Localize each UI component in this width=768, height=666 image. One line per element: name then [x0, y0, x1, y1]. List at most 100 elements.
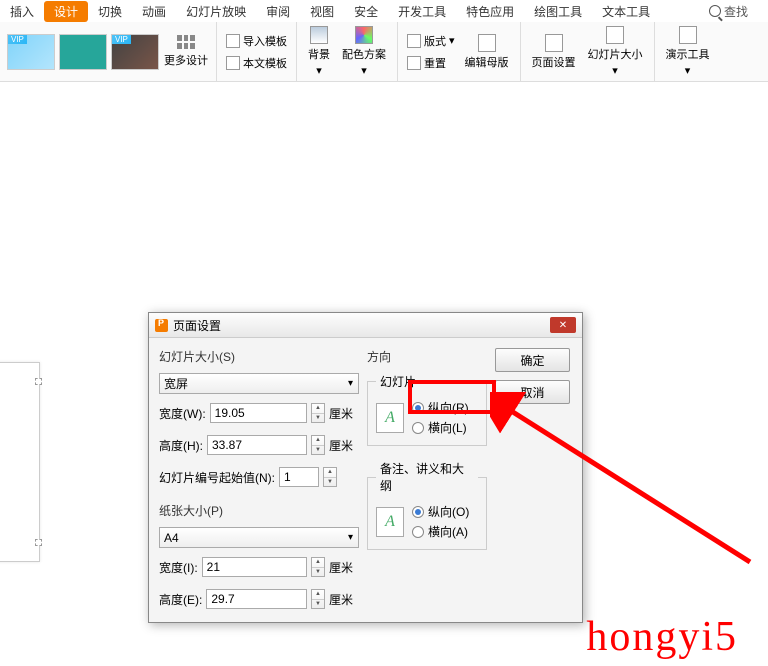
edit-master-button[interactable]: 编辑母版 — [459, 32, 515, 72]
tab-special[interactable]: 特色应用 — [456, 1, 524, 22]
format-button[interactable]: 版式 ▾ — [403, 31, 459, 51]
radio-icon — [412, 526, 424, 538]
radio-icon — [412, 506, 424, 518]
background-button[interactable]: 背景▾ — [302, 24, 336, 79]
page-setup-button[interactable]: 页面设置 — [526, 32, 582, 72]
background-label: 背景 — [308, 46, 330, 62]
slide-thumbnail[interactable] — [0, 362, 40, 562]
layout-icon — [407, 34, 421, 48]
tab-text[interactable]: 文本工具 — [592, 1, 660, 22]
slide-orientation-legend: 幻灯片 — [376, 373, 420, 390]
template-thumb-1[interactable]: VIP — [7, 34, 55, 70]
paper-size-value: A4 — [164, 531, 179, 545]
paper-width-spinner[interactable]: ▲▼ — [311, 557, 325, 577]
height-spinner[interactable]: ▲▼ — [311, 435, 325, 455]
close-button[interactable]: ✕ — [550, 317, 576, 333]
watermark: hongyi5 — [586, 613, 738, 661]
search-icon — [709, 5, 721, 17]
template-thumb-2[interactable] — [59, 34, 107, 70]
notes-landscape-label: 横向(A) — [428, 523, 468, 540]
height-input[interactable] — [207, 435, 307, 455]
portrait-preview-icon: A — [376, 507, 404, 537]
import-icon — [226, 34, 240, 48]
slide-portrait-label: 纵向(R) — [428, 399, 469, 416]
notes-portrait-radio[interactable]: 纵向(O) — [412, 503, 469, 520]
master-icon — [478, 34, 496, 52]
import-template-button[interactable]: 导入模板 — [222, 31, 291, 51]
tab-animation[interactable]: 动画 — [132, 1, 176, 22]
start-num-input[interactable] — [279, 467, 319, 487]
presenter-tools-button[interactable]: 演示工具▾ — [660, 24, 716, 79]
tab-dev[interactable]: 开发工具 — [388, 1, 456, 22]
tab-view[interactable]: 视图 — [300, 1, 344, 22]
format-label: 版式 — [424, 33, 446, 49]
paper-size-combo[interactable]: A4 — [159, 527, 359, 548]
notes-orientation-group: 备注、讲义和大纲 A 纵向(O) 横向(A) — [367, 460, 487, 550]
paper-height-label: 高度(E): — [159, 591, 202, 608]
paper-width-unit: 厘米 — [329, 559, 359, 576]
color-scheme-button[interactable]: 配色方案▾ — [336, 24, 392, 79]
more-design-button[interactable]: 更多设计 — [161, 35, 211, 68]
height-unit: 厘米 — [329, 437, 359, 454]
slide-landscape-radio[interactable]: 横向(L) — [412, 419, 469, 436]
cancel-button[interactable]: 取消 — [495, 380, 570, 404]
slide-size-button[interactable]: 幻灯片大小▾ — [582, 24, 649, 79]
slide-orientation-group: 幻灯片 A 纵向(R) 横向(L) — [367, 373, 487, 446]
paper-size-group-label: 纸张大小(P) — [159, 502, 359, 519]
paper-width-label: 宽度(I): — [159, 559, 198, 576]
color-scheme-label: 配色方案 — [342, 46, 386, 62]
ok-button[interactable]: 确定 — [495, 348, 570, 372]
width-label: 宽度(W): — [159, 405, 206, 422]
tab-bar: 插入 设计 切换 动画 幻灯片放映 审阅 视图 安全 开发工具 特色应用 绘图工… — [0, 0, 768, 22]
paper-height-spinner[interactable]: ▲▼ — [311, 589, 325, 609]
tab-draw[interactable]: 绘图工具 — [524, 1, 592, 22]
grid-icon — [177, 35, 195, 49]
presenter-icon — [679, 26, 697, 44]
portrait-preview-icon: A — [376, 403, 404, 433]
tab-safety[interactable]: 安全 — [344, 1, 388, 22]
tab-slideshow[interactable]: 幻灯片放映 — [176, 1, 256, 22]
search-button[interactable]: 查找 — [709, 3, 768, 20]
orientation-label: 方向 — [367, 348, 487, 365]
tab-transition[interactable]: 切换 — [88, 1, 132, 22]
reset-icon — [407, 56, 421, 70]
notes-portrait-label: 纵向(O) — [428, 503, 469, 520]
edit-master-label: 编辑母版 — [465, 54, 509, 70]
dialog-title: 页面设置 — [173, 317, 221, 334]
width-unit: 厘米 — [329, 405, 359, 422]
canvas: 页面设置 ✕ 幻灯片大小(S) 宽屏 宽度(W): ▲▼ 厘米 高度(H): ▲… — [0, 82, 768, 666]
slide-size-label: 幻灯片大小 — [588, 46, 643, 62]
paper-height-input[interactable] — [206, 589, 307, 609]
slide-size-combo[interactable]: 宽屏 — [159, 373, 359, 394]
reset-button[interactable]: 重置 — [403, 53, 459, 73]
tab-design[interactable]: 设计 — [44, 1, 88, 22]
page-setup-dialog: 页面设置 ✕ 幻灯片大小(S) 宽屏 宽度(W): ▲▼ 厘米 高度(H): ▲… — [148, 312, 583, 623]
slide-size-icon — [606, 26, 624, 44]
dialog-titlebar[interactable]: 页面设置 ✕ — [149, 313, 582, 338]
tab-insert[interactable]: 插入 — [0, 1, 44, 22]
start-num-label: 幻灯片编号起始值(N): — [159, 469, 275, 486]
presenter-label: 演示工具 — [666, 46, 710, 62]
app-icon — [155, 319, 168, 332]
slide-size-value: 宽屏 — [164, 375, 188, 392]
width-input[interactable] — [210, 403, 307, 423]
this-template-button[interactable]: 本文模板 — [222, 53, 291, 73]
doc-icon — [226, 56, 240, 70]
width-spinner[interactable]: ▲▼ — [311, 403, 325, 423]
slide-landscape-label: 横向(L) — [428, 419, 467, 436]
paper-height-unit: 厘米 — [329, 591, 359, 608]
notes-landscape-radio[interactable]: 横向(A) — [412, 523, 469, 540]
template-thumb-3[interactable]: VIP — [111, 34, 159, 70]
tab-review[interactable]: 审阅 — [256, 1, 300, 22]
background-icon — [310, 26, 328, 44]
reset-label: 重置 — [424, 55, 446, 71]
start-num-spinner[interactable]: ▲▼ — [323, 467, 337, 487]
paper-width-input[interactable] — [202, 557, 307, 577]
slide-size-group-label: 幻灯片大小(S) — [159, 348, 359, 365]
notes-orientation-legend: 备注、讲义和大纲 — [376, 460, 478, 494]
this-tpl-label: 本文模板 — [243, 55, 287, 71]
slide-portrait-radio[interactable]: 纵向(R) — [412, 399, 469, 416]
palette-icon — [355, 26, 373, 44]
ok-label: 确定 — [520, 352, 544, 369]
more-design-label: 更多设计 — [164, 52, 208, 68]
